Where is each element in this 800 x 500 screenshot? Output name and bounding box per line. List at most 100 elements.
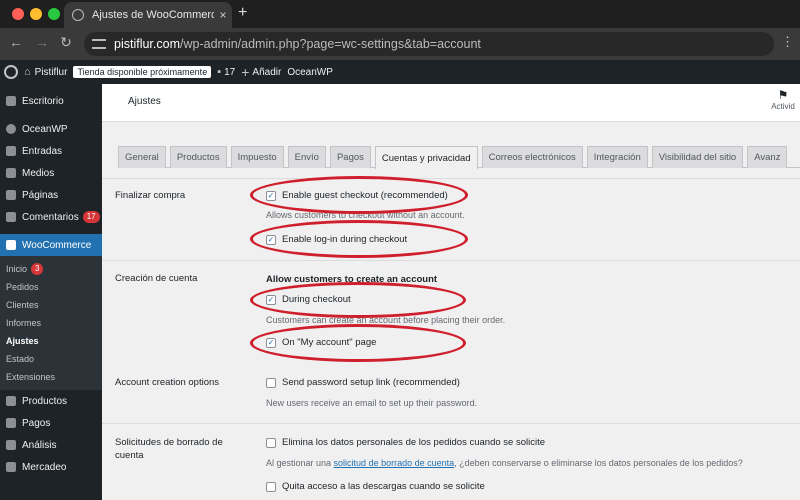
sidebar-item-comentarios[interactable]: Comentarios 17: [0, 206, 102, 228]
store-status-badge[interactable]: Tienda disponible próximamente: [73, 66, 212, 78]
sidebar-item-productos[interactable]: Productos: [0, 390, 102, 412]
activity-label: Activid: [771, 102, 795, 111]
sidebar-item-oceanwp[interactable]: OceanWP: [0, 118, 102, 140]
minimize-window-button[interactable]: [30, 8, 42, 20]
oceanwp-link[interactable]: OceanWP: [287, 67, 333, 78]
payments-icon: [6, 418, 16, 428]
account-options-row-label: Account creation options: [115, 377, 220, 388]
browser-tab[interactable]: Ajustes de WooCommerce ‹ P ×: [64, 2, 232, 28]
during-checkout-description: Customers can create an account before p…: [266, 315, 506, 325]
guest-checkout-description: Allows customers to checkout without an …: [266, 210, 465, 220]
sidebar-item-label: WooCommerce: [22, 239, 92, 251]
divider: [102, 178, 800, 179]
wp-admin-bar: ⌂ Pistiflur Tienda disponible próximamen…: [0, 60, 800, 84]
erasure-description: Al gestionar una solicitud de borrado de…: [266, 458, 743, 468]
tab-correos-electronicos[interactable]: Correos electrónicos: [481, 146, 583, 168]
site-name-link[interactable]: ⌂ Pistiflur: [24, 66, 67, 78]
tab-avanzado[interactable]: Avanz: [747, 146, 788, 168]
maximize-window-button[interactable]: [48, 8, 60, 20]
account-row-label: Creación de cuenta: [115, 273, 198, 284]
close-window-button[interactable]: [12, 8, 24, 20]
url-path: /wp-admin/admin.php?page=wc-settings&tab…: [180, 37, 481, 51]
wordpress-logo-icon[interactable]: [4, 65, 18, 79]
my-account-checkbox[interactable]: ✓: [266, 337, 276, 348]
remove-order-data-option[interactable]: Elimina los datos personales de los pedi…: [266, 437, 545, 448]
sidebar-item-pagos[interactable]: Pagos: [0, 412, 102, 434]
tab-visibilidad-del-sitio[interactable]: Visibilidad del sitio: [651, 146, 744, 168]
sidebar-item-label: Comentarios: [22, 211, 79, 223]
forward-arrow-icon[interactable]: →: [32, 34, 52, 50]
chart-bar-icon: [6, 440, 16, 450]
reload-icon[interactable]: ↻: [56, 34, 76, 51]
submenu-item-informes[interactable]: Informes: [0, 314, 102, 332]
submenu-item-clientes[interactable]: Clientes: [0, 296, 102, 314]
tab-cuentas-y-privacidad[interactable]: Cuentas y privacidad: [374, 146, 478, 169]
page-title: Ajustes: [128, 96, 161, 107]
during-checkout-checkbox[interactable]: ✓: [266, 294, 276, 305]
during-checkout-option[interactable]: ✓ During checkout: [266, 294, 351, 305]
guest-checkout-label: Enable guest checkout (recommended): [282, 190, 448, 201]
tab-pagos[interactable]: Pagos: [329, 146, 371, 168]
remove-order-data-checkbox[interactable]: [266, 437, 276, 448]
sidebar-item-paginas[interactable]: Páginas: [0, 184, 102, 206]
submenu-item-estado[interactable]: Estado: [0, 350, 102, 368]
send-password-link-checkbox[interactable]: [266, 377, 276, 388]
sidebar-item-label: OceanWP: [22, 123, 68, 135]
browser-menu-icon[interactable]: ⋮: [781, 34, 794, 50]
divider: [102, 423, 800, 424]
pin-icon: [6, 146, 16, 156]
tab-impuesto[interactable]: Impuesto: [230, 146, 284, 168]
sidebar-item-entradas[interactable]: Entradas: [0, 140, 102, 162]
back-arrow-icon[interactable]: ←: [6, 34, 26, 50]
sidebar-item-label: Mercadeo: [22, 461, 67, 473]
url-host: pistiflur.com: [114, 37, 180, 51]
sidebar-item-escritorio[interactable]: Escritorio: [0, 90, 102, 112]
guest-checkout-option[interactable]: ✓ Enable guest checkout (recommended): [266, 190, 448, 201]
divider: [102, 260, 800, 261]
login-checkout-checkbox[interactable]: ✓: [266, 234, 276, 245]
url-input[interactable]: pistiflur.com/wp-admin/admin.php?page=wc…: [84, 32, 774, 56]
sidebar-item-label: Entradas: [22, 145, 63, 157]
remove-downloads-label: Quita acceso a las descargas cuando se s…: [282, 481, 485, 492]
new-tab-button[interactable]: +: [238, 4, 247, 22]
submenu-item-ajustes[interactable]: Ajustes: [0, 332, 102, 350]
tab-title: Ajustes de WooCommerce ‹ P: [92, 9, 214, 21]
add-new-link[interactable]: + Añadir: [241, 64, 281, 80]
page-header: Ajustes ⚑ Activid: [102, 84, 800, 122]
sidebar-item-woocommerce[interactable]: WooCommerce: [0, 234, 102, 256]
comment-icon: [6, 212, 16, 222]
site-settings-icon[interactable]: [92, 39, 106, 49]
tab-envio[interactable]: Envío: [287, 146, 326, 168]
sidebar-item-medios[interactable]: Medios: [0, 162, 102, 184]
login-checkout-label: Enable log-in during checkout: [282, 234, 408, 245]
tab-productos[interactable]: Productos: [169, 146, 227, 168]
sidebar-item-analisis[interactable]: Análisis: [0, 434, 102, 456]
submenu-item-pedidos[interactable]: Pedidos: [0, 278, 102, 296]
browser-tabstrip: Ajustes de WooCommerce ‹ P × +: [0, 0, 800, 28]
send-password-link-description: New users receive an email to set up the…: [266, 398, 478, 408]
sidebar-item-label: Páginas: [22, 189, 59, 201]
tab-general[interactable]: General: [118, 146, 166, 168]
login-checkout-option[interactable]: ✓ Enable log-in during checkout: [266, 234, 407, 245]
my-account-option[interactable]: ✓ On "My account" page: [266, 337, 376, 348]
settings-form: Finalizar compra ✓ Enable guest checkout …: [102, 176, 800, 500]
tab-close-button[interactable]: ×: [214, 8, 232, 22]
erasure-request-link[interactable]: solicitud de borrado de cuenta: [334, 458, 455, 468]
tab-integracion[interactable]: Integración: [586, 146, 648, 168]
send-password-link-option[interactable]: Send password setup link (recommended): [266, 377, 460, 388]
submenu-item-inicio[interactable]: Inicio 3: [0, 260, 102, 278]
submenu-item-extensiones[interactable]: Extensiones: [0, 368, 102, 386]
remove-downloads-checkbox[interactable]: [266, 481, 276, 492]
sidebar-item-label: Productos: [22, 395, 68, 407]
guest-checkout-checkbox[interactable]: ✓: [266, 190, 276, 201]
sidebar-item-label: Pagos: [22, 417, 51, 429]
during-checkout-label: During checkout: [282, 294, 351, 305]
comments-count: 17: [224, 66, 236, 78]
address-bar: ← → ↻ pistiflur.com/wp-admin/admin.php?p…: [0, 28, 800, 60]
sidebar-item-mercadeo[interactable]: Mercadeo: [0, 456, 102, 478]
my-account-label: On "My account" page: [282, 337, 377, 348]
remove-downloads-option[interactable]: Quita acceso a las descargas cuando se s…: [266, 481, 485, 492]
comments-link[interactable]: ▪ 17: [217, 66, 235, 78]
erasure-row-label: Solicitudes de borrado de cuenta: [115, 437, 223, 461]
activity-button[interactable]: ⚑ Activid: [766, 88, 800, 111]
